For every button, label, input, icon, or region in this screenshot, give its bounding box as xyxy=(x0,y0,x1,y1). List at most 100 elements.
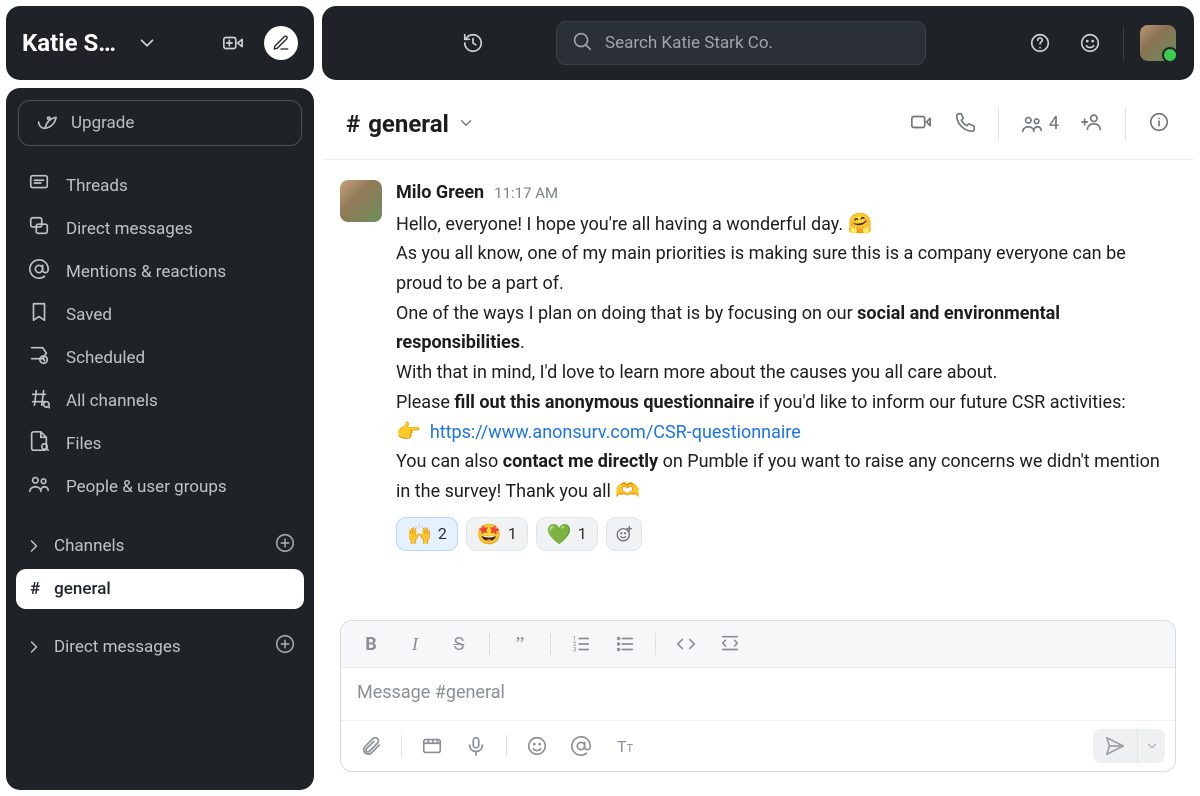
compose-icon[interactable] xyxy=(264,26,298,60)
message-paragraph: One of the ways I plan on doing that is … xyxy=(396,299,1166,358)
message-paragraph: Hello, everyone! I hope you're all havin… xyxy=(396,210,1166,240)
author-avatar[interactable] xyxy=(340,180,382,222)
attach-icon[interactable] xyxy=(351,729,391,763)
nav-files[interactable]: Files xyxy=(16,422,304,465)
nav-label: Scheduled xyxy=(66,348,145,368)
upgrade-label: Upgrade xyxy=(71,113,134,133)
message: Milo Green 11:17 AM Hello, everyone! I h… xyxy=(340,178,1166,551)
nav-label: Threads xyxy=(66,176,128,196)
member-count[interactable]: 4 xyxy=(1021,113,1059,135)
video-call-icon[interactable] xyxy=(910,111,932,137)
phone-call-icon[interactable] xyxy=(954,111,976,137)
dms-section[interactable]: Direct messages xyxy=(16,623,304,670)
send-options-icon[interactable] xyxy=(1137,729,1165,763)
message-time: 11:17 AM xyxy=(494,181,558,206)
mention-icon[interactable] xyxy=(561,729,601,763)
upgrade-button[interactable]: Upgrade xyxy=(18,100,302,146)
reaction[interactable]: 🤩 1 xyxy=(466,517,528,551)
search-icon xyxy=(571,30,593,57)
nav-mentions[interactable]: Mentions & reactions xyxy=(16,250,304,293)
chevron-right-icon xyxy=(24,636,44,658)
nav-people[interactable]: People & user groups xyxy=(16,465,304,508)
ordered-list-button[interactable]: 123 xyxy=(561,627,601,661)
reaction-emoji: 🙌 xyxy=(407,524,432,544)
formatting-toggle-icon[interactable]: TT xyxy=(605,729,645,763)
info-icon[interactable] xyxy=(1148,111,1170,137)
nav-label: Files xyxy=(66,434,101,454)
message-paragraph: You can also contact me directly on Pumb… xyxy=(396,447,1166,506)
message-author[interactable]: Milo Green xyxy=(396,178,484,208)
reaction[interactable]: 🙌 2 xyxy=(396,517,458,551)
message-paragraph: 👉 https://www.anonsurv.com/CSR-questionn… xyxy=(396,418,1166,448)
user-avatar[interactable] xyxy=(1140,25,1176,61)
quote-button[interactable]: ” xyxy=(500,627,540,661)
add-dm-icon[interactable] xyxy=(274,633,296,660)
channel-general[interactable]: # general xyxy=(16,569,304,609)
workspace-name[interactable]: Katie S… xyxy=(22,29,116,57)
channel-title[interactable]: # general xyxy=(346,110,475,138)
hash-prefix: # xyxy=(346,110,360,138)
message-paragraph: With that in mind, I'd love to learn mor… xyxy=(396,358,1166,388)
strike-button[interactable]: S xyxy=(439,627,479,661)
all-channels-icon xyxy=(28,387,50,414)
search-input[interactable]: Search Katie Stark Co. xyxy=(556,21,926,65)
emoji-icon[interactable] xyxy=(1073,26,1107,60)
heart-hands-emoji: 🫶 xyxy=(615,478,640,502)
nav-label: Saved xyxy=(66,305,112,325)
channel-name: general xyxy=(54,579,111,599)
channels-section[interactable]: Channels xyxy=(16,522,304,569)
add-channel-icon[interactable] xyxy=(274,532,296,559)
divider xyxy=(550,633,551,655)
add-reaction-button[interactable] xyxy=(606,517,642,551)
at-icon xyxy=(28,258,50,285)
new-video-icon[interactable] xyxy=(216,26,250,60)
bullet-list-button[interactable] xyxy=(605,627,645,661)
nav-saved[interactable]: Saved xyxy=(16,293,304,336)
add-member-icon[interactable] xyxy=(1081,111,1103,137)
hash-prefix: # xyxy=(30,579,40,599)
chevron-down-icon[interactable] xyxy=(130,26,164,60)
section-label: Channels xyxy=(54,536,124,556)
divider xyxy=(401,735,402,757)
divider xyxy=(655,633,656,655)
message-composer: B I S ” 123 Message #general xyxy=(340,620,1176,772)
hug-emoji: 🤗 xyxy=(848,211,873,235)
reaction-count: 1 xyxy=(578,521,587,547)
reaction-emoji: 💚 xyxy=(547,524,572,544)
svg-text:3: 3 xyxy=(573,645,577,653)
help-icon[interactable] xyxy=(1023,26,1057,60)
nav-dms[interactable]: Direct messages xyxy=(16,207,304,250)
composer-actions: TT xyxy=(341,720,1175,771)
nav-label: Mentions & reactions xyxy=(66,262,226,282)
nav-all-channels[interactable]: All channels xyxy=(16,379,304,422)
chevron-right-icon xyxy=(24,535,44,557)
people-icon xyxy=(28,473,50,500)
send-button[interactable] xyxy=(1093,729,1165,763)
reactions: 🙌 2 🤩 1 💚 1 xyxy=(396,517,1166,551)
divider xyxy=(998,107,999,141)
reaction-count: 2 xyxy=(438,521,447,547)
italic-button[interactable]: I xyxy=(395,627,435,661)
dm-icon xyxy=(28,215,50,242)
rocket-icon xyxy=(35,110,57,137)
mic-icon[interactable] xyxy=(456,729,496,763)
nav-threads[interactable]: Threads xyxy=(16,164,304,207)
message-input[interactable]: Message #general xyxy=(341,668,1175,720)
section-label: Direct messages xyxy=(54,637,181,657)
emoji-icon[interactable] xyxy=(517,729,557,763)
codeblock-button[interactable] xyxy=(710,627,750,661)
history-icon[interactable] xyxy=(456,26,490,60)
nav-label: People & user groups xyxy=(66,477,227,497)
divider xyxy=(489,633,490,655)
workspace-header: Katie S… xyxy=(6,6,314,80)
nav-scheduled[interactable]: Scheduled xyxy=(16,336,304,379)
code-button[interactable] xyxy=(666,627,706,661)
send-icon xyxy=(1093,729,1137,763)
search-placeholder: Search Katie Stark Co. xyxy=(605,33,773,53)
reaction[interactable]: 💚 1 xyxy=(536,517,598,551)
scheduled-icon xyxy=(28,344,50,371)
questionnaire-link[interactable]: https://www.anonsurv.com/CSR-questionnai… xyxy=(430,422,801,443)
video-clip-icon[interactable] xyxy=(412,729,452,763)
bold-button[interactable]: B xyxy=(351,627,391,661)
top-header: Search Katie Stark Co. xyxy=(322,6,1194,80)
